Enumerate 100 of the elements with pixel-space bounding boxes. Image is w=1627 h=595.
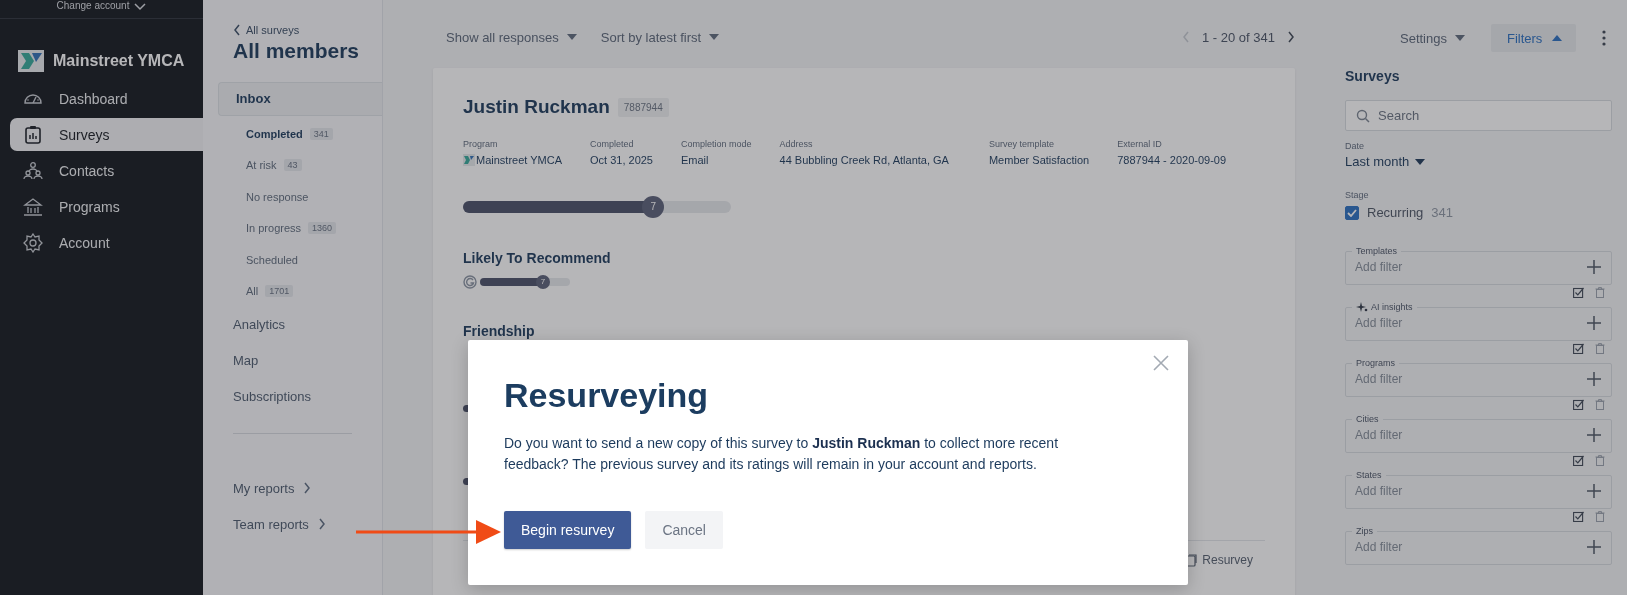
chevron-right-icon: [303, 482, 312, 494]
section-link[interactable]: Analytics: [233, 307, 382, 343]
filter-field[interactable]: Cities Add filter: [1345, 413, 1612, 453]
inbox-filter-link[interactable]: At risk: [246, 159, 277, 172]
caret-icon: [1455, 35, 1465, 41]
field-label: Address: [779, 139, 814, 149]
field-label: Survey template: [988, 139, 1055, 149]
reports-link[interactable]: My reports: [233, 470, 312, 506]
inbox-filter-link[interactable]: No response: [246, 190, 309, 203]
nav-item[interactable]: Surveys: [10, 118, 203, 151]
trash-icon[interactable]: [1595, 287, 1605, 298]
plus-icon: [1587, 540, 1601, 554]
people-icon: [23, 160, 43, 181]
cancel-button[interactable]: Cancel: [645, 511, 723, 549]
placeholder-text: Add filter: [1355, 484, 1403, 498]
inbox-filter-link[interactable]: All: [246, 285, 259, 298]
checkbox-icon[interactable]: [1573, 455, 1584, 466]
sparkle-icon: [1356, 301, 1368, 313]
field-label: AI insights: [1371, 301, 1413, 313]
google-g-icon: [463, 275, 477, 289]
count-badge: 43: [283, 159, 302, 172]
field-value: 7887944 - 2020-09-09: [1117, 154, 1227, 166]
placeholder-text: Add filter: [1355, 428, 1403, 442]
next-page-icon[interactable]: [1287, 31, 1295, 43]
nav-item[interactable]: Dashboard: [10, 82, 203, 115]
nav-item[interactable]: Programs: [10, 190, 203, 223]
checkbox-icon[interactable]: [1573, 343, 1584, 354]
slider-thumb[interactable]: 7: [642, 196, 665, 218]
checkbox-icon[interactable]: [1573, 399, 1584, 410]
dialog-title: Resurveying: [504, 376, 710, 415]
building-icon: [23, 196, 43, 217]
field-value: Member Satisfaction: [988, 154, 1090, 166]
settings-icon: [23, 232, 43, 253]
field-label: Completed: [590, 139, 635, 149]
trash-icon[interactable]: [1595, 455, 1605, 466]
slider-thumb[interactable]: 7: [536, 275, 550, 289]
placeholder-text: Add filter: [1355, 540, 1403, 554]
resurvey-button[interactable]: Resurvey: [1185, 553, 1253, 567]
filters-button[interactable]: Filters: [1491, 24, 1577, 52]
section-link[interactable]: Subscriptions: [233, 379, 382, 415]
nav-item[interactable]: Account: [10, 226, 203, 259]
checkbox-icon[interactable]: [1573, 287, 1584, 298]
dialog-text: Do you want to send a new copy of this survey to Justin Ruckman to collect more recent feedback? The previous survey and its ratings will remain in your account and reports.: [504, 434, 1060, 474]
placeholder-text: Add filter: [1355, 372, 1403, 386]
filter-field[interactable]: Programs Add filter: [1345, 357, 1612, 397]
field-label: Zips: [1356, 525, 1373, 537]
back-link[interactable]: All surveys: [233, 24, 382, 36]
copy-icon: [1185, 553, 1198, 567]
logo-icon: [463, 154, 475, 166]
question-title: Friendship: [463, 323, 536, 339]
field-label: Completion mode: [681, 139, 752, 149]
plus-icon: [1587, 372, 1601, 386]
field-label: Programs: [1356, 357, 1395, 369]
section-link[interactable]: Map: [233, 343, 382, 379]
dropdown-button[interactable]: Show all responses: [446, 29, 577, 45]
caret-icon: [566, 34, 577, 40]
date-dropdown[interactable]: Last month: [1345, 154, 1426, 169]
logo-icon: [18, 49, 44, 72]
field-value: 44 Bubbling Creek Rd, Atlanta, GA: [779, 154, 949, 166]
plus-icon: [1587, 260, 1601, 274]
checkbox-label: Recurring: [1367, 205, 1424, 220]
chevron-left-icon: [233, 24, 241, 36]
inbox-filter-link[interactable]: Scheduled: [246, 253, 298, 266]
filter-field[interactable]: AI insights Add filter: [1345, 301, 1612, 341]
inbox-filter-link[interactable]: Completed: [246, 127, 303, 140]
filter-field[interactable]: Templates Add filter: [1345, 245, 1612, 285]
checkbox[interactable]: [1345, 205, 1359, 220]
inbox-filter-link[interactable]: In progress: [246, 222, 302, 235]
more-options-icon[interactable]: [1602, 30, 1607, 46]
respondent-name: Justin Ruckman: [463, 96, 610, 118]
trash-icon[interactable]: [1595, 399, 1605, 410]
checkbox-icon[interactable]: [1573, 511, 1584, 522]
count-badge: 1701: [265, 285, 294, 298]
filter-field[interactable]: States Add filter: [1345, 469, 1612, 509]
chevron-down-icon: [134, 1, 147, 11]
dropdown-button[interactable]: Sort by latest first: [600, 29, 720, 45]
filter-field[interactable]: Zips Add filter: [1345, 525, 1612, 565]
close-icon[interactable]: [1153, 355, 1169, 371]
change-account-button[interactable]: Change account: [56, 0, 147, 12]
trash-icon[interactable]: [1595, 343, 1605, 354]
field-label: External ID: [1117, 139, 1163, 149]
begin-resurvey-button[interactable]: Begin resurvey: [504, 511, 632, 549]
filter-label: Stage: [1345, 190, 1370, 200]
count-badge: 1360: [308, 222, 337, 235]
search-field[interactable]: Search: [1345, 100, 1612, 131]
field-value: Mainstreet YMCA: [476, 154, 562, 166]
field-label: Templates: [1356, 245, 1398, 257]
reports-link[interactable]: Team reports: [233, 506, 326, 542]
nav-item[interactable]: Contacts: [10, 154, 203, 187]
settings-button[interactable]: Settings: [1400, 30, 1465, 46]
caret-icon: [709, 34, 720, 40]
inbox-tab[interactable]: Inbox: [218, 82, 382, 116]
plus-icon: [1587, 484, 1601, 498]
field-value: Oct 31, 2025: [590, 154, 653, 166]
trash-icon[interactable]: [1595, 511, 1605, 522]
plus-icon: [1587, 316, 1601, 330]
caret-icon: [1415, 158, 1426, 165]
plus-icon: [1587, 428, 1601, 442]
filter-label: Date: [1345, 141, 1365, 151]
count-badge: 341: [309, 127, 333, 140]
